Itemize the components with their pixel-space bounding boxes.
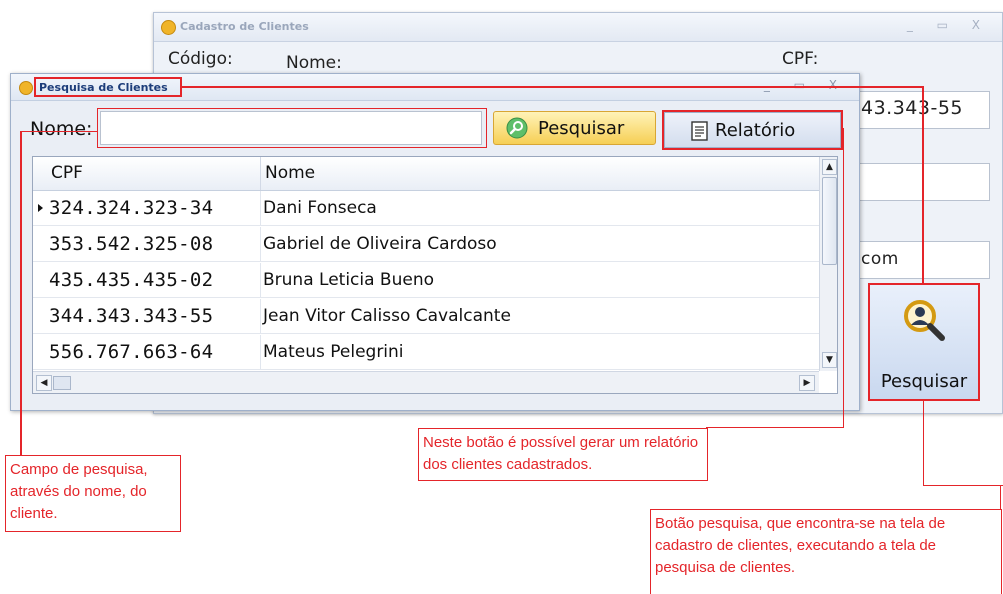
table-row[interactable]: 344.343.343-55 Jean Vitor Calisso Cavalca…: [33, 299, 819, 334]
table-row[interactable]: 556.767.663-64 Mateus Pelegrini: [33, 335, 819, 370]
row-indicator-icon: [33, 263, 47, 297]
table-row[interactable]: 324.324.323-34 Dani Fonseca: [33, 191, 819, 226]
pesquisar-button-label: Pesquisar: [538, 118, 625, 139]
cell-nome: Gabriel de Oliveira Cardoso: [263, 234, 497, 254]
cell-cpf: 353.542.325-08: [49, 233, 214, 255]
relatorio-highlight-box: [662, 110, 843, 150]
connector-line: [843, 128, 844, 428]
window-controls[interactable]: _ ▭ X: [764, 78, 847, 92]
codigo-label: Código:: [168, 49, 233, 69]
scroll-right-arrow-icon[interactable]: ▶: [799, 375, 815, 391]
row-indicator-icon: [33, 191, 47, 225]
scroll-down-arrow-icon[interactable]: ▼: [822, 352, 837, 368]
connector-line: [922, 86, 924, 284]
cpf-label: CPF:: [782, 49, 819, 69]
cell-separator: [260, 191, 261, 225]
connector-line: [923, 485, 1003, 486]
email-field-value: com: [861, 249, 899, 269]
vertical-scrollbar[interactable]: ▲ ▼: [819, 157, 837, 371]
cadastro-search-button[interactable]: Pesquisar: [868, 283, 980, 401]
column-header-cpf[interactable]: CPF: [51, 163, 83, 183]
nome-label: Nome:: [30, 118, 93, 140]
magnifier-person-icon: [904, 300, 945, 341]
cell-separator: [260, 227, 261, 261]
cadastro-title-bar[interactable]: Cadastro de Clientes _ ▭ X: [154, 13, 1002, 42]
connector-line: [20, 131, 98, 132]
cell-nome: Bruna Leticia Bueno: [263, 270, 435, 290]
cell-nome: Jean Vitor Calisso Cavalcante: [263, 306, 511, 326]
row-indicator-icon: [33, 299, 47, 333]
pesquisar-button[interactable]: Pesquisar: [493, 111, 656, 145]
title-highlight-box: [34, 77, 182, 97]
row-indicator-icon: [33, 227, 47, 261]
cell-separator: [260, 335, 261, 369]
annotation-relatorio: Neste botão é possível gerar um relatóri…: [418, 428, 708, 481]
scroll-left-arrow-icon[interactable]: ◀: [36, 375, 52, 391]
connector-line: [1000, 485, 1001, 509]
app-icon: [19, 81, 33, 95]
cell-nome: Dani Fonseca: [263, 198, 377, 218]
cell-cpf: 435.435.435-02: [49, 269, 214, 291]
cell-cpf: 556.767.663-64: [49, 341, 214, 363]
connector-line: [706, 427, 844, 428]
annotation-botao-pesquisa: Botão pesquisa, que encontra-se na tela …: [650, 509, 1002, 594]
pesquisa-clientes-window: Pesquisa de Clientes _ ▭ X Nome: Pesquis…: [10, 73, 860, 411]
cell-separator: [260, 263, 261, 297]
cadastro-window-title: Cadastro de Clientes: [180, 20, 309, 33]
column-separator: [260, 157, 261, 190]
scroll-up-arrow-icon[interactable]: ▲: [822, 159, 837, 175]
cell-nome: Mateus Pelegrini: [263, 342, 404, 362]
connector-line: [842, 128, 844, 129]
search-icon: [506, 117, 528, 139]
window-controls[interactable]: _ ▭ X: [907, 18, 990, 32]
clientes-grid[interactable]: CPF Nome 324.324.323-34 Dani Fonseca 353.5…: [32, 156, 838, 394]
grid-header: CPF Nome: [33, 157, 819, 191]
cpf-field-value: 43.343-55: [861, 97, 964, 119]
table-row[interactable]: 435.435.435-02 Bruna Leticia Bueno: [33, 263, 819, 298]
vertical-scroll-thumb[interactable]: [822, 177, 837, 265]
cell-cpf: 344.343.343-55: [49, 305, 214, 327]
connector-line: [181, 86, 924, 88]
cell-cpf: 324.324.323-34: [49, 197, 214, 219]
nome-label-back: Nome:: [286, 53, 342, 73]
column-header-nome[interactable]: Nome: [265, 163, 315, 183]
row-indicator-icon: [33, 335, 47, 369]
nome-input-highlight-box: [97, 108, 487, 148]
cadastro-search-label: Pesquisar: [880, 371, 968, 392]
annotation-campo-pesquisa: Campo de pesquisa, através do nome, do c…: [5, 455, 181, 532]
connector-line: [923, 401, 924, 485]
table-row[interactable]: 353.542.325-08 Gabriel de Oliveira Cardos…: [33, 227, 819, 262]
connector-line: [20, 131, 22, 456]
horizontal-scrollbar[interactable]: ◀ ▶: [33, 371, 819, 393]
cell-separator: [260, 299, 261, 333]
app-icon: [161, 20, 176, 35]
horizontal-scroll-thumb[interactable]: [53, 376, 71, 390]
